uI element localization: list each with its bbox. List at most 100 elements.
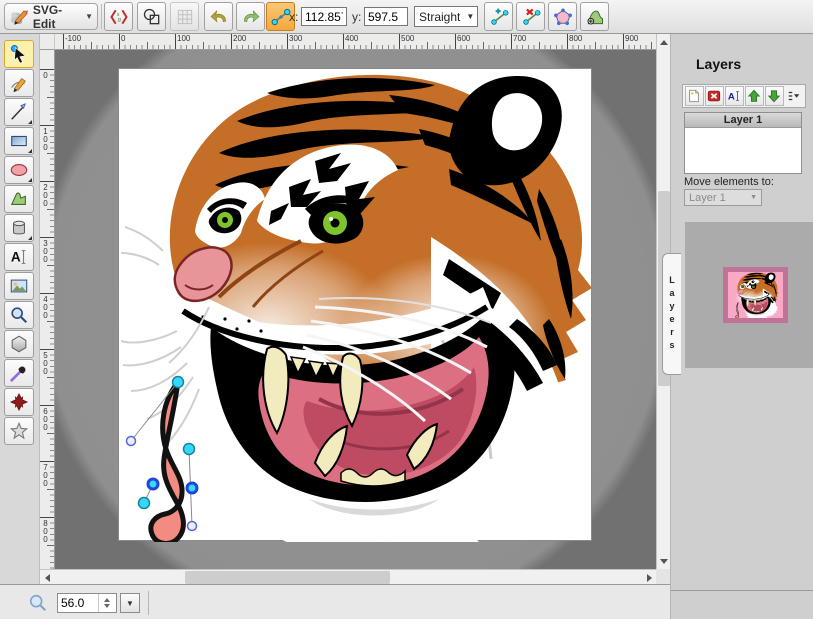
magnifier-icon	[9, 305, 29, 325]
delete-layer-icon	[707, 89, 721, 103]
svg-text:A: A	[11, 250, 21, 265]
link-control-points-icon	[271, 7, 291, 27]
workspace[interactable]	[55, 50, 656, 569]
spin-up-icon	[104, 598, 110, 602]
new-layer-button[interactable]	[685, 86, 704, 106]
rename-layer-icon: A	[727, 89, 741, 103]
svg-canvas[interactable]	[118, 68, 592, 541]
rectangle-tool-button[interactable]	[4, 127, 34, 155]
path-node[interactable]	[173, 377, 184, 388]
move-elements-label: Move elements to:	[684, 176, 774, 188]
y-coordinate-input[interactable]	[364, 7, 408, 26]
scroll-up-button[interactable]	[657, 34, 671, 50]
selected-path-node[interactable]	[148, 479, 158, 489]
undo-arrow-icon	[209, 7, 229, 27]
scroll-right-button[interactable]	[642, 570, 656, 585]
redo-button[interactable]	[236, 2, 265, 31]
layer-row-active[interactable]: Layer 1	[685, 113, 801, 128]
control-handle[interactable]	[188, 522, 197, 531]
top-toolbar: SVG-Edit ▼ s g	[0, 0, 813, 34]
layers-panel-toggle-tab[interactable]: Layers	[662, 253, 681, 375]
svg-text:A: A	[728, 92, 735, 103]
layer-buttons-row: A	[682, 84, 806, 108]
shape-marker-tool-button[interactable]	[4, 388, 34, 416]
svg-edit-logo-icon	[9, 6, 30, 28]
ruler-label: 600	[41, 405, 50, 431]
layer-menu-button[interactable]	[785, 86, 804, 106]
submenu-indicator-icon	[28, 236, 32, 240]
scrollbar-corner	[656, 569, 670, 584]
selected-path-node[interactable]	[187, 483, 197, 493]
move-layer-down-button[interactable]	[765, 86, 784, 106]
delete-layer-button[interactable]	[705, 86, 724, 106]
pencil-tool-button[interactable]	[4, 69, 34, 97]
move-layer-up-button[interactable]	[745, 86, 764, 106]
bottom-bar-separator	[148, 591, 149, 615]
x-coordinate-input[interactable]	[301, 7, 347, 26]
horizontal-scrollbar-thumb[interactable]	[185, 571, 390, 584]
layers-panel-title: Layers	[696, 56, 741, 72]
thumbnail-tiger-art	[728, 272, 783, 318]
toolbar-separator	[101, 4, 102, 29]
edit-source-button[interactable]: s g	[104, 2, 133, 31]
image-icon	[9, 276, 29, 296]
scroll-left-button[interactable]	[40, 570, 54, 585]
control-handle[interactable]	[127, 437, 136, 446]
eyedropper-icon	[9, 363, 29, 383]
add-subpath-button[interactable]	[580, 2, 609, 31]
right-arrow-icon	[647, 574, 652, 582]
ruler-label: 800	[41, 517, 50, 543]
ruler-label: 400	[41, 293, 50, 319]
path-node[interactable]	[184, 444, 195, 455]
open-path-icon	[553, 7, 573, 27]
zoom-tool-button[interactable]	[4, 301, 34, 329]
grid-button[interactable]	[170, 2, 199, 31]
zoom-level-field	[57, 593, 117, 613]
clone-node-button[interactable]	[484, 2, 513, 31]
y-coordinate-label: y:	[352, 10, 361, 24]
zoom-level-input[interactable]	[58, 594, 98, 612]
ruler-label: 0	[119, 34, 125, 43]
ellipse-tool-button[interactable]	[4, 156, 34, 184]
grid-icon	[175, 7, 195, 27]
spin-down-icon	[104, 604, 110, 608]
line-pen-icon	[9, 102, 29, 122]
source-code-icon: s g	[109, 7, 129, 27]
segment-type-value: Straight	[419, 10, 460, 24]
image-tool-button[interactable]	[4, 272, 34, 300]
delete-node-button[interactable]	[516, 2, 545, 31]
maroon-cross-icon	[9, 392, 29, 412]
wireframe-button[interactable]	[137, 2, 166, 31]
scroll-down-button[interactable]	[657, 553, 671, 569]
undo-button[interactable]	[204, 2, 233, 31]
ruler-label: 300	[41, 237, 50, 263]
rename-layer-button[interactable]: A	[725, 86, 744, 106]
svg-text:g: g	[117, 17, 120, 23]
zoom-preset-dropdown[interactable]: ▼	[120, 593, 140, 613]
select-arrow-icon: ▼	[126, 599, 134, 608]
segment-type-select[interactable]: Straight ▼	[414, 6, 478, 27]
layer-menu-icon	[787, 89, 801, 103]
ruler-label: 700	[41, 461, 50, 487]
zoom-spinner[interactable]	[98, 594, 114, 612]
layer-list: Layer 1	[684, 112, 802, 174]
ruler-label: 100	[175, 34, 190, 43]
move-elements-select[interactable]: Layer 1 ▼	[684, 189, 762, 206]
path-tool-button[interactable]	[4, 185, 34, 213]
main-menu-button[interactable]: SVG-Edit ▼	[4, 3, 98, 30]
shape-library-button[interactable]	[4, 214, 34, 242]
redo-arrow-icon	[241, 7, 261, 27]
eyedropper-tool-button[interactable]	[4, 359, 34, 387]
select-tool-button[interactable]	[4, 40, 34, 68]
horizontal-scrollbar	[40, 569, 656, 584]
polygon-tool-button[interactable]	[4, 330, 34, 358]
open-path-button[interactable]	[548, 2, 577, 31]
path-node[interactable]	[139, 498, 150, 509]
text-tool-button[interactable]: A	[4, 243, 34, 271]
ruler-label: 400	[343, 34, 358, 43]
line-tool-button[interactable]	[4, 98, 34, 126]
pencil-icon	[9, 73, 29, 93]
star-tool-button[interactable]	[4, 417, 34, 445]
path-shape-icon	[9, 189, 29, 209]
select-arrow-icon: ▼	[750, 194, 757, 201]
